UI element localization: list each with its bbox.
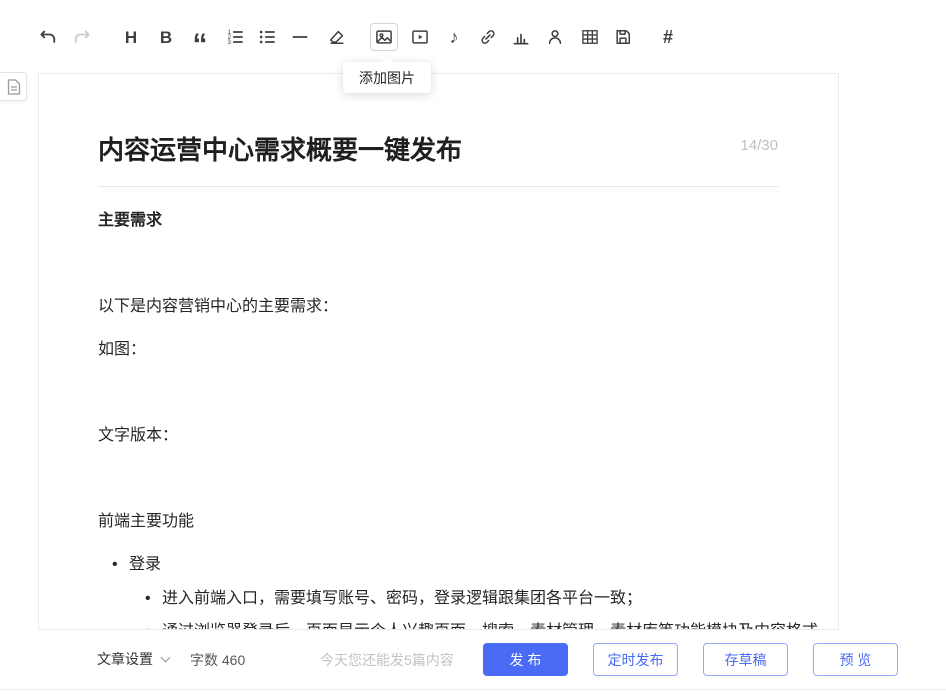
- heading-button[interactable]: H: [117, 23, 145, 51]
- chevron-down-icon: [160, 652, 171, 662]
- editor-canvas[interactable]: 内容运营中心需求概要一键发布 14/30 主要需求 以下是内容营销中心的主要需求…: [38, 73, 839, 630]
- add-image-tooltip: 添加图片: [343, 62, 431, 93]
- link-icon: [481, 30, 495, 44]
- word-count: 字数 460: [190, 652, 246, 668]
- list-item-text: 进入前端入口，需要填写账号、密码，登录逻辑跟集团各平台一致；: [162, 590, 643, 607]
- publish-button[interactable]: 发 布: [483, 643, 568, 676]
- list-item-text: 通过浏览器登录后，页面显示个人兴趣页面，搜索、素材管理、素材库等功能模块及内容格…: [162, 618, 818, 629]
- undo-icon: [40, 30, 56, 43]
- insert-table-button[interactable]: [576, 23, 604, 51]
- document-title[interactable]: 内容运营中心需求概要一键发布: [98, 130, 462, 167]
- ordered-list-icon: 1 2 3: [228, 29, 243, 46]
- ordered-list-button[interactable]: 1 2 3: [221, 23, 249, 51]
- svg-text:3: 3: [228, 39, 232, 46]
- add-image-button[interactable]: [370, 23, 398, 51]
- list-item-text: 登录: [129, 556, 162, 573]
- clear-format-button[interactable]: [323, 23, 351, 51]
- outline-panel-toggle[interactable]: [0, 72, 27, 101]
- document-icon: [7, 78, 20, 95]
- insert-chart-button[interactable]: [507, 23, 535, 51]
- table-icon: [582, 30, 598, 44]
- bar-chart-icon: [513, 33, 529, 45]
- save-draft-button[interactable]: 存草稿: [703, 643, 788, 676]
- list-item[interactable]: 通过浏览器登录后，页面显示个人兴趣页面，搜索、素材管理、素材库等功能模块及内容格…: [145, 618, 818, 629]
- person-icon: [548, 30, 562, 44]
- add-video-button[interactable]: [406, 23, 434, 51]
- paragraph[interactable]: 文字版本：: [98, 422, 178, 449]
- tooltip-label: 添加图片: [359, 69, 415, 86]
- insert-link-button[interactable]: [474, 23, 502, 51]
- title-char-counter: 14/30: [740, 137, 778, 154]
- footer-bar: 文章设置 字数 460 今天您还能发5篇内容 发 布 定时发布 存草稿 预 览: [0, 630, 946, 697]
- list-item[interactable]: 进入前端入口，需要填写账号、密码，登录逻辑跟集团各平台一致；: [145, 585, 642, 612]
- unordered-list-icon: [259, 30, 275, 44]
- unordered-list-button[interactable]: [253, 23, 281, 51]
- save-icon: [616, 30, 630, 44]
- undo-button[interactable]: [34, 23, 62, 51]
- video-icon: [412, 30, 428, 44]
- eraser-icon: [330, 30, 344, 44]
- article-settings-button[interactable]: 文章设置: [97, 649, 171, 669]
- topic-button[interactable]: #: [654, 23, 682, 51]
- add-audio-button[interactable]: ♪: [440, 23, 468, 51]
- list-item[interactable]: 登录: [112, 551, 161, 578]
- quote-icon: “: [192, 28, 208, 61]
- redo-icon: [74, 30, 90, 43]
- music-note-icon: ♪: [449, 27, 459, 47]
- schedule-publish-button[interactable]: 定时发布: [593, 643, 678, 676]
- title-divider: [98, 186, 778, 187]
- author-card-button[interactable]: [541, 23, 569, 51]
- paragraph[interactable]: 以下是内容营销中心的主要需求：: [98, 293, 338, 320]
- preview-button[interactable]: 预 览: [813, 643, 898, 676]
- bold-icon: B: [159, 27, 173, 47]
- redo-button[interactable]: [68, 23, 96, 51]
- bold-button[interactable]: B: [152, 23, 180, 51]
- daily-quota-text: 今天您还能发5篇内容: [320, 652, 454, 668]
- article-settings-label: 文章设置: [97, 651, 153, 667]
- horizontal-rule-button[interactable]: [286, 23, 314, 51]
- paragraph[interactable]: 如图：: [98, 336, 146, 363]
- image-icon: [376, 30, 392, 44]
- heading-icon: H: [124, 27, 138, 47]
- blockquote-button[interactable]: “: [186, 23, 214, 60]
- hashtag-icon: #: [662, 27, 673, 47]
- horizontal-rule-icon: [292, 36, 308, 38]
- editor-toolbar: H B “ 1 2 3 ♪ #: [0, 0, 946, 62]
- paragraph[interactable]: 前端主要功能: [98, 508, 194, 535]
- save-button[interactable]: [609, 23, 637, 51]
- paragraph[interactable]: 主要需求: [98, 207, 162, 234]
